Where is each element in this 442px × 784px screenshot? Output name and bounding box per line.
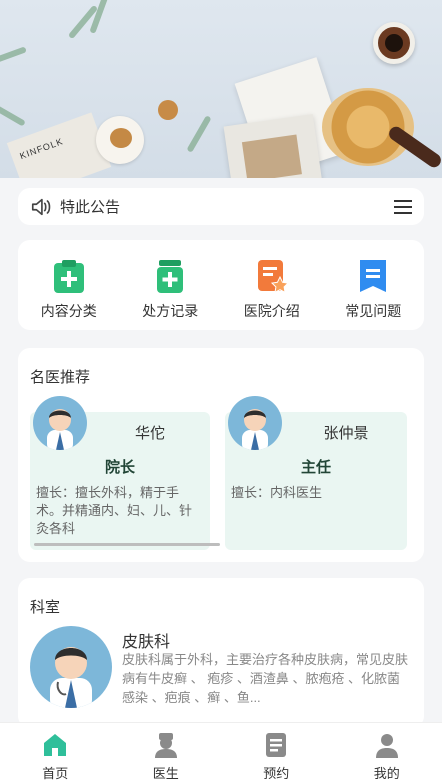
doctor-role: 院长 [104, 459, 135, 476]
tab-label: 医生 [152, 766, 179, 781]
tab-appointment[interactable]: 预约 [221, 723, 332, 784]
doctor-role: 主任 [300, 459, 331, 476]
tab-home[interactable]: 首页 [0, 723, 111, 784]
bottom-tab-bar: 首页 医生 预约 我的 [0, 722, 442, 784]
doctor-avatar [33, 396, 87, 450]
department-name[interactable]: 皮肤科 [122, 628, 170, 652]
doctor-card[interactable]: 华佗 院长 擅长：擅长外科，精于手术。并精通内、妇、儿、针灸各科 [30, 396, 210, 550]
clipboard-plus-icon [53, 260, 84, 293]
home-icon [44, 734, 67, 756]
quick-item-prescription[interactable]: 处方记录 [120, 240, 222, 330]
department-avatar [30, 626, 112, 708]
tab-label: 我的 [373, 766, 400, 781]
section-title: 名医推荐 [30, 369, 91, 386]
appointment-icon [266, 733, 287, 757]
quick-item-hospital-intro[interactable]: 医院介绍 [221, 240, 323, 330]
tab-doctor[interactable]: 医生 [111, 723, 222, 784]
section-title: 科室 [30, 599, 61, 616]
doctor-card[interactable]: 张仲景 主任 擅长：内科医生 [225, 396, 407, 550]
medicine-bottle-icon [157, 260, 184, 293]
doctor-name: 华佗 [134, 425, 165, 442]
horizontal-scrollbar[interactable] [34, 543, 220, 546]
quick-item-label: 处方记录 [142, 303, 199, 319]
doctor-name: 张仲景 [323, 425, 369, 442]
tab-mine[interactable]: 我的 [332, 723, 442, 784]
tab-label: 预约 [263, 766, 290, 781]
menu-icon[interactable] [394, 199, 412, 215]
bookmark-list-icon [360, 260, 387, 292]
quick-item-faq[interactable]: 常见问题 [323, 240, 425, 330]
tab-label: 首页 [42, 766, 69, 781]
banner-image[interactable]: KINFOLK [0, 0, 442, 178]
department-desc: 皮肤科属于外科，主要治疗各种皮肤病，常见皮肤病有牛皮癣 、 疱疹 、酒渣鼻 、脓… [122, 652, 409, 705]
quick-item-label: 内容分类 [40, 303, 97, 319]
doctor-desc: 擅长：擅长外科，精于手术。并精通内、妇、儿、针灸各科 [36, 485, 193, 536]
doctor-icon [154, 733, 177, 758]
document-star-icon [257, 260, 289, 294]
doctor-desc: 擅长：内科医生 [231, 485, 323, 500]
notice-text: 特此公告 [60, 199, 121, 216]
speaker-icon [31, 198, 51, 215]
department-section: 科室 皮肤科 皮肤科属于外科，主要治疗各种皮肤病，常见皮肤病有牛皮癣 、 疱疹 … [18, 578, 424, 728]
notice-bar[interactable]: 特此公告 [18, 188, 424, 225]
quick-item-content-category[interactable]: 内容分类 [18, 240, 120, 330]
quick-item-label: 常见问题 [345, 303, 402, 319]
doctor-avatar [228, 396, 282, 450]
quick-item-label: 医院介绍 [243, 303, 300, 319]
user-icon [375, 734, 398, 758]
doctor-recommend-section: 名医推荐 华佗 院长 擅长：擅长外科，精于手术。并精通内、妇、儿、针灸各科 张仲… [18, 348, 424, 562]
quick-menu: 内容分类 处方记录 医院介绍 常见问题 [18, 240, 424, 330]
